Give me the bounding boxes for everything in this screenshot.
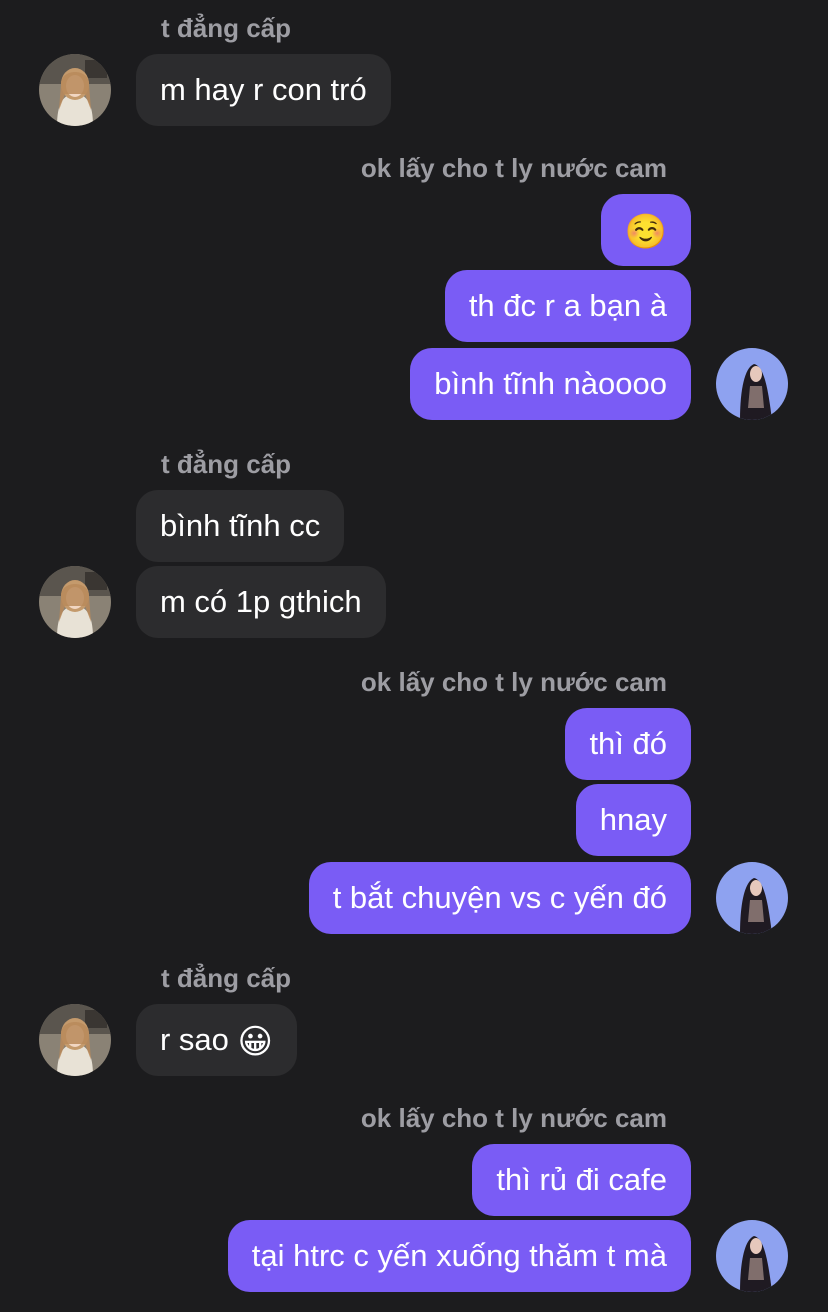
contact-avatar-photo	[39, 566, 111, 638]
message-bubble-outgoing[interactable]: th đc r a bạn à	[444, 270, 691, 342]
user-avatar[interactable]	[716, 348, 788, 420]
message-text: t bắt chuyện vs c yến đó	[332, 880, 667, 915]
message-text: bình tĩnh nàoooo	[434, 366, 667, 401]
message-bubble-outgoing[interactable]: bình tĩnh nàoooo	[410, 348, 691, 420]
message-text: thì rủ đi cafe	[496, 1162, 667, 1197]
user-avatar-photo	[716, 862, 788, 934]
message-bubble-outgoing[interactable]: hnay	[575, 784, 691, 856]
message-text: m có 1p gthich	[160, 584, 362, 619]
user-avatar-photo	[716, 348, 788, 420]
contact-avatar-photo	[39, 1004, 111, 1076]
sender-name: ok lấy cho t ly nước cam	[360, 667, 667, 697]
contact-avatar[interactable]	[39, 54, 111, 126]
message-bubble-outgoing[interactable]: ☺️	[600, 194, 691, 266]
chat-thread[interactable]: t đẳng cấp m hay r con tró ok lấy cho t …	[0, 0, 828, 1312]
message-text: thì đó	[589, 726, 667, 761]
message-bubble-outgoing[interactable]: tại htrc c yến xuống thăm t mà	[227, 1220, 691, 1292]
user-avatar-photo	[716, 1220, 788, 1292]
sender-name: t đẳng cấp	[161, 13, 292, 43]
message-text: bình tĩnh cc	[160, 508, 321, 543]
contact-avatar-photo	[39, 54, 111, 126]
grinning-face-emoji: 😀	[237, 1021, 273, 1062]
user-avatar[interactable]	[716, 862, 788, 934]
contact-avatar[interactable]	[39, 1004, 111, 1076]
message-text: hnay	[599, 802, 667, 837]
message-text: m hay r con tró	[160, 72, 367, 107]
message-bubble-incoming[interactable]: bình tĩnh cc	[136, 490, 345, 562]
message-text: th đc r a bạn à	[468, 288, 667, 323]
message-bubble-incoming[interactable]: m có 1p gthich	[136, 566, 386, 638]
message-bubble-outgoing[interactable]: t bắt chuyện vs c yến đó	[308, 862, 691, 934]
message-bubble-incoming[interactable]: r sao 😀	[136, 1004, 297, 1076]
message-bubble-outgoing[interactable]: thì đó	[565, 708, 691, 780]
message-bubble-incoming[interactable]: m hay r con tró	[136, 54, 391, 126]
sender-name: ok lấy cho t ly nước cam	[360, 153, 667, 183]
sender-name: ok lấy cho t ly nước cam	[360, 1103, 667, 1133]
sender-name: t đẳng cấp	[161, 963, 292, 993]
sender-name: t đẳng cấp	[161, 449, 292, 479]
message-bubble-outgoing[interactable]: thì rủ đi cafe	[472, 1144, 691, 1216]
contact-avatar[interactable]	[39, 566, 111, 638]
message-text: r sao	[160, 1022, 229, 1057]
smiling-face-emoji: ☺️	[624, 211, 667, 252]
user-avatar[interactable]	[716, 1220, 788, 1292]
message-text: tại htrc c yến xuống thăm t mà	[251, 1238, 667, 1273]
